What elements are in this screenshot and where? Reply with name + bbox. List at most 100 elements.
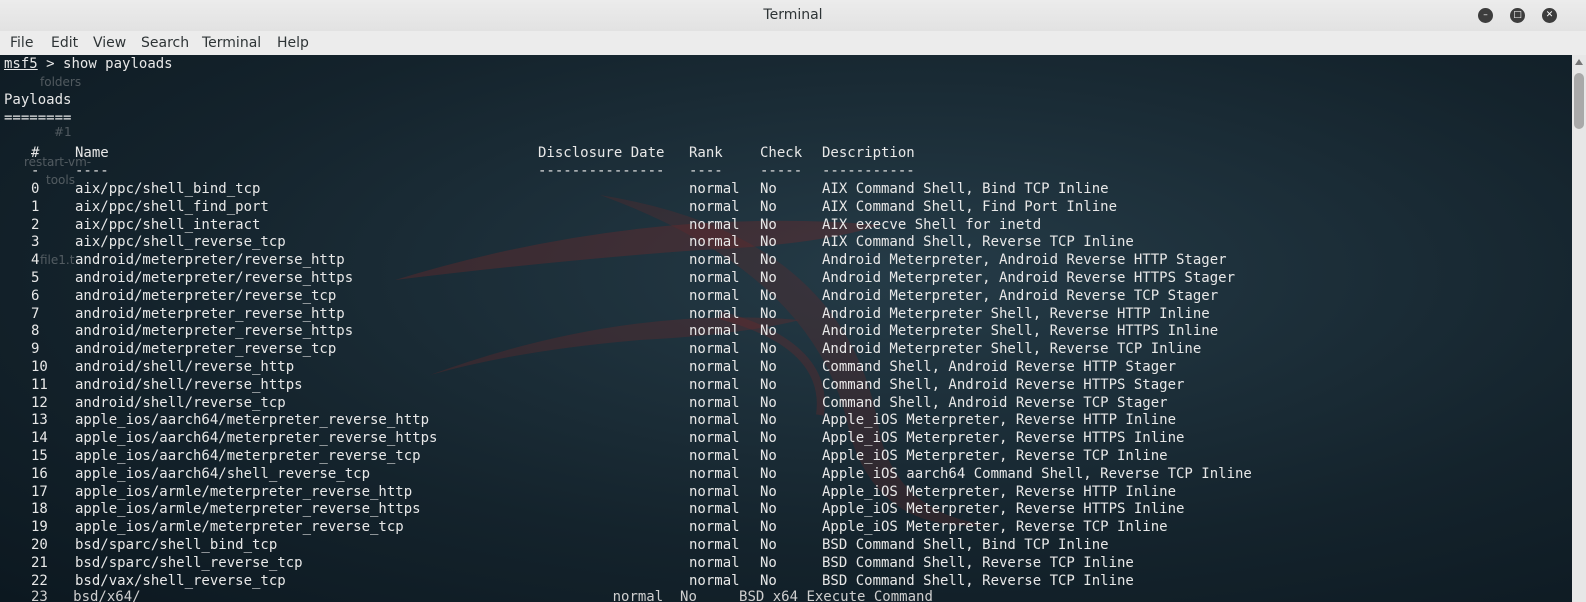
cell-desc: AIX Command Shell, Bind TCP Inline	[822, 181, 1109, 197]
menu-search[interactable]: Search	[141, 35, 189, 51]
prompt-line: msf5 > show payloads	[4, 55, 173, 73]
cell-num: 2	[31, 216, 40, 233]
cell-num: 4	[31, 252, 40, 269]
cell-rank: normal	[689, 270, 740, 286]
cell-desc: Apple_iOS Meterpreter, Reverse HTTP Inli…	[822, 412, 1177, 429]
cell-check: No	[760, 448, 777, 464]
cell-rank: normal	[689, 519, 740, 536]
cell-desc: AIX execve Shell for inetd	[822, 216, 1042, 233]
cell-rank: normal	[689, 572, 740, 589]
cell-num: 3	[31, 234, 40, 251]
header-date: Disclosure Date	[538, 145, 665, 161]
cell-name: android/shell/reverse_https	[75, 376, 303, 393]
cell-num: 7	[31, 305, 40, 322]
cell-desc: BSD Command Shell, Bind TCP Inline	[822, 537, 1109, 553]
cell-rank: normal	[689, 359, 740, 375]
cell-desc: Apple_iOS Meterpreter, Reverse HTTP Inli…	[822, 483, 1177, 500]
cell-rank: normal	[689, 234, 740, 251]
underline-desc: -----------	[822, 163, 915, 179]
cell-desc: BSD Command Shell, Reverse TCP Inline	[822, 572, 1134, 589]
cell-check: No	[760, 412, 777, 429]
cell-num: 14	[31, 430, 48, 447]
underline-name: ----	[75, 163, 109, 179]
cell-name: android/meterpreter/reverse_http	[75, 252, 345, 269]
section-title: Payloads	[4, 92, 72, 108]
close-icon[interactable]: ✕	[1542, 8, 1557, 23]
cell-desc: Android Meterpreter, Android Reverse HTT…	[822, 252, 1227, 269]
minimize-icon[interactable]: –	[1478, 8, 1493, 23]
menu-view[interactable]: View	[93, 35, 126, 51]
cell-num: 9	[31, 341, 40, 358]
cell-desc: Android Meterpreter, Android Reverse TCP…	[822, 287, 1219, 304]
cell-check: No	[760, 270, 777, 286]
cell-num: 10	[31, 359, 48, 375]
cell-num: 13	[31, 412, 48, 429]
cell-rank: normal	[689, 465, 740, 482]
cell-num: 17	[31, 483, 48, 500]
cell-rank: normal	[689, 394, 740, 411]
cell-num: 0	[31, 181, 40, 197]
cell-rank: normal	[689, 287, 740, 304]
desktop-label: folders	[40, 75, 82, 89]
header-rank: Rank	[689, 145, 723, 161]
cell-desc: Command Shell, Android Reverse HTTPS Sta…	[822, 376, 1185, 393]
cell-num: 16	[31, 465, 48, 482]
cell-name: android/meterpreter_reverse_http	[75, 305, 345, 322]
cell-desc: Command Shell, Android Reverse HTTP Stag…	[822, 359, 1177, 375]
cell-num: 21	[31, 554, 48, 571]
menu-terminal[interactable]: Terminal	[202, 35, 261, 51]
cell-num: 5	[31, 270, 40, 286]
cell-num: 12	[31, 394, 48, 411]
cell-name: aix/ppc/shell_reverse_tcp	[75, 234, 286, 251]
window-title: Terminal	[763, 7, 823, 23]
underline-check: -----	[760, 163, 803, 179]
prompt-separator: >	[46, 56, 55, 72]
header-name: Name	[75, 145, 109, 161]
cell-check: No	[760, 252, 777, 269]
cell-desc: Android Meterpreter Shell, Reverse HTTPS…	[822, 323, 1219, 340]
cell-check: No	[760, 501, 777, 518]
cell-name: apple_ios/aarch64/meterpreter_reverse_ht…	[75, 430, 438, 447]
cell-name: bsd/sparc/shell_reverse_tcp	[75, 554, 303, 571]
cell-num: 22	[31, 572, 48, 589]
menu-help[interactable]: Help	[277, 35, 309, 51]
terminal-output[interactable]: folders #1 restart-vm- tools file1.t msf…	[0, 55, 1572, 602]
cell-name: android/shell/reverse_tcp	[75, 394, 286, 411]
scroll-up-icon[interactable]	[1575, 59, 1583, 65]
cell-name: aix/ppc/shell_interact	[75, 216, 261, 233]
cell-name: android/meterpreter_reverse_tcp	[75, 341, 337, 358]
cell-rank: normal	[689, 554, 740, 571]
title-bar[interactable]: Terminal – □ ✕	[0, 0, 1586, 32]
scrollbar-thumb[interactable]	[1574, 73, 1584, 129]
cell-desc: Command Shell, Android Reverse TCP Stage…	[822, 394, 1168, 411]
cell-num: 6	[31, 287, 40, 304]
prompt-command: show payloads	[63, 56, 173, 72]
cell-rank: normal	[689, 537, 740, 553]
desktop-label: #1	[54, 125, 72, 139]
cell-check: No	[760, 483, 777, 500]
cell-desc: BSD Command Shell, Reverse TCP Inline	[822, 554, 1134, 571]
header-check: Check	[760, 145, 803, 161]
cell-check: No	[760, 519, 777, 536]
cell-name: android/shell/reverse_http	[75, 359, 295, 375]
desktop-label: tools	[46, 173, 75, 187]
underline-date: ---------------	[538, 163, 665, 179]
menu-bar: File Edit View Search Terminal Help	[0, 31, 1586, 56]
desktop-label: file1.t	[40, 253, 75, 267]
prompt-name: msf5	[4, 56, 38, 72]
maximize-icon[interactable]: □	[1510, 8, 1525, 23]
scrollbar[interactable]	[1572, 55, 1586, 602]
cell-desc: Apple_iOS Meterpreter, Reverse TCP Inlin…	[822, 448, 1168, 464]
menu-file[interactable]: File	[10, 35, 33, 51]
cell-desc: Apple_iOS Meterpreter, Reverse HTTPS Inl…	[822, 501, 1185, 518]
cell-rank: normal	[689, 341, 740, 358]
cell-desc: Android Meterpreter Shell, Reverse TCP I…	[822, 341, 1202, 358]
cell-num: 20	[31, 537, 48, 553]
menu-edit[interactable]: Edit	[51, 35, 78, 51]
cutoff-row: 23 bsd/x64/ normal No BSD x64 Execute Co…	[31, 589, 933, 602]
cell-name: apple_ios/armle/meterpreter_reverse_http	[75, 483, 413, 500]
cell-desc: Android Meterpreter, Android Reverse HTT…	[822, 270, 1236, 286]
cell-rank: normal	[689, 252, 740, 269]
cell-rank: normal	[689, 501, 740, 518]
cell-name: apple_ios/aarch64/meterpreter_reverse_tc…	[75, 448, 421, 464]
